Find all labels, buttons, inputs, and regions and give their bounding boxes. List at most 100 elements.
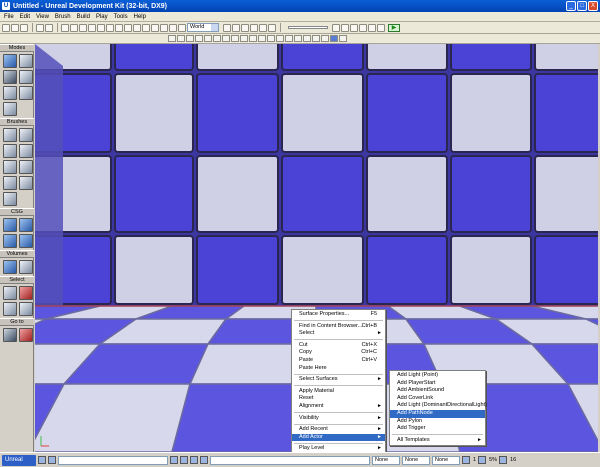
stats-icon[interactable] <box>303 35 311 42</box>
csg-subtract-icon[interactable] <box>19 218 33 232</box>
context-menu-item[interactable]: Copy Ctrl+C <box>292 349 385 357</box>
game-view-icon[interactable] <box>276 35 284 42</box>
texture-density-icon[interactable] <box>240 35 248 42</box>
pin-icon[interactable] <box>339 35 347 42</box>
menu-edit[interactable]: Edit <box>20 14 30 20</box>
cone-brush-icon[interactable] <box>19 128 33 142</box>
rotation-grid-icon[interactable] <box>133 23 141 32</box>
csg-deintersect-icon[interactable] <box>19 234 33 248</box>
lighting-only-icon[interactable] <box>222 35 230 42</box>
landscape-icon[interactable] <box>3 102 17 116</box>
context-menu-item[interactable]: Cut Ctrl+X <box>292 342 385 350</box>
build-cover-icon[interactable] <box>250 23 258 32</box>
context-menu-item[interactable]: Surface Properties... F5 <box>292 311 385 319</box>
lightmap-density-icon[interactable] <box>258 35 266 42</box>
mobile-icon[interactable] <box>368 23 376 32</box>
camera-mode-icon[interactable] <box>3 54 17 68</box>
menu-file[interactable]: File <box>4 14 14 20</box>
scale-snap-icon[interactable] <box>499 456 508 464</box>
context-menu-item[interactable]: Add Actor ► <box>292 433 385 442</box>
add-actor-submenu-item[interactable]: Add PathNode <box>390 409 485 418</box>
add-actor-submenu-item[interactable]: Add PlayerStart <box>390 380 485 388</box>
console-icon[interactable] <box>359 23 367 32</box>
undo-icon[interactable] <box>36 23 44 32</box>
detail-lighting-icon[interactable] <box>213 35 221 42</box>
command-input[interactable] <box>58 455 168 465</box>
scale-grid-icon[interactable] <box>142 23 150 32</box>
linear-stair-icon[interactable] <box>3 160 17 174</box>
move-icon[interactable] <box>160 23 168 32</box>
vertex-snap-icon[interactable] <box>200 456 208 464</box>
grid-icon[interactable] <box>312 35 320 42</box>
realtime-icon[interactable] <box>267 35 275 42</box>
context-menu-item[interactable]: Visibility ► <box>292 415 385 423</box>
context-menu-item[interactable]: Reset <box>292 395 385 403</box>
volume-list-icon[interactable] <box>19 260 33 274</box>
close-button[interactable]: X <box>588 1 598 11</box>
mesh-paint-icon[interactable] <box>3 86 17 100</box>
redo-icon[interactable] <box>45 23 53 32</box>
add-volume-icon[interactable] <box>3 260 17 274</box>
context-menu-item[interactable]: Alignment ► <box>292 403 385 411</box>
window-icon[interactable] <box>38 456 46 464</box>
lock-icon[interactable] <box>285 35 293 42</box>
play-in-editor-icon[interactable] <box>341 23 349 32</box>
viewport-type-icon[interactable] <box>168 35 176 42</box>
hide-selected-icon[interactable] <box>19 286 33 300</box>
build-all-icon[interactable] <box>259 23 267 32</box>
open-icon[interactable] <box>11 23 19 32</box>
context-menu-item[interactable]: Find in Content Browser... Ctrl+B <box>292 323 385 331</box>
show-selected-icon[interactable] <box>3 286 17 300</box>
maximize-button[interactable]: □ <box>577 1 587 11</box>
play-icon[interactable]: ▶ <box>388 23 400 32</box>
goto-builder-brush-icon[interactable] <box>19 328 33 342</box>
menu-play[interactable]: Play <box>96 14 108 20</box>
add-actor-submenu-item[interactable]: Add CoverLink <box>390 395 485 403</box>
record-icon[interactable] <box>170 456 178 464</box>
wireframe-icon[interactable] <box>186 35 194 42</box>
menu-help[interactable]: Help <box>134 14 146 20</box>
select-icon[interactable] <box>151 23 159 32</box>
search-icon[interactable] <box>70 23 78 32</box>
eye-icon[interactable] <box>88 23 96 32</box>
lit-icon[interactable] <box>204 35 212 42</box>
cube-brush-icon[interactable] <box>3 128 17 142</box>
camera-speed-icon[interactable] <box>294 35 302 42</box>
sphere-brush-icon[interactable] <box>19 176 33 190</box>
geometry-mode-icon[interactable] <box>19 54 33 68</box>
volumes-icon[interactable] <box>321 35 329 42</box>
add-actor-submenu-item[interactable]: All Templates ► <box>390 437 485 445</box>
terrain-mode-icon[interactable] <box>3 70 17 84</box>
play-on-pc-icon[interactable] <box>350 23 358 32</box>
sheet-brush-icon[interactable] <box>19 160 33 174</box>
unlit-icon[interactable] <box>195 35 203 42</box>
minimize-button[interactable]: _ <box>566 1 576 11</box>
cylinder-brush-icon[interactable] <box>19 144 33 158</box>
context-menu-item[interactable]: Select ► <box>292 330 385 338</box>
rotation-snap-icon[interactable] <box>478 456 487 464</box>
context-menu-item[interactable]: Select Surfaces ► <box>292 376 385 384</box>
kismet-icon[interactable] <box>97 23 105 32</box>
add-actor-submenu-item[interactable]: Add Light (Point) <box>390 372 485 380</box>
matinee-icon[interactable] <box>106 23 114 32</box>
save-icon[interactable] <box>20 23 28 32</box>
add-actor-submenu-item[interactable]: Add Pylon <box>390 418 485 426</box>
new-icon[interactable] <box>2 23 10 32</box>
curved-stair-icon[interactable] <box>3 144 17 158</box>
lighting-quality-icon[interactable] <box>268 23 276 32</box>
build-geometry-icon[interactable] <box>223 23 231 32</box>
drag-grid-icon[interactable] <box>462 456 470 464</box>
mesh-icon[interactable] <box>115 23 123 32</box>
volumetric-brush-icon[interactable] <box>3 192 17 206</box>
play-in-viewport-icon[interactable] <box>332 23 340 32</box>
context-menu-item[interactable]: Paste Ctrl+V <box>292 357 385 365</box>
add-actor-submenu-item[interactable]: Add Trigger <box>390 425 485 433</box>
menu-tools[interactable]: Tools <box>114 14 128 20</box>
unreal-taskbar-button[interactable]: Unreal <box>2 454 36 466</box>
stop-icon[interactable] <box>180 456 188 464</box>
play-viewport-icon[interactable] <box>330 35 338 42</box>
spiral-stair-icon[interactable] <box>3 176 17 190</box>
menu-view[interactable]: View <box>36 14 49 20</box>
zoom-slider[interactable] <box>288 26 328 29</box>
foliage-icon[interactable] <box>19 86 33 100</box>
